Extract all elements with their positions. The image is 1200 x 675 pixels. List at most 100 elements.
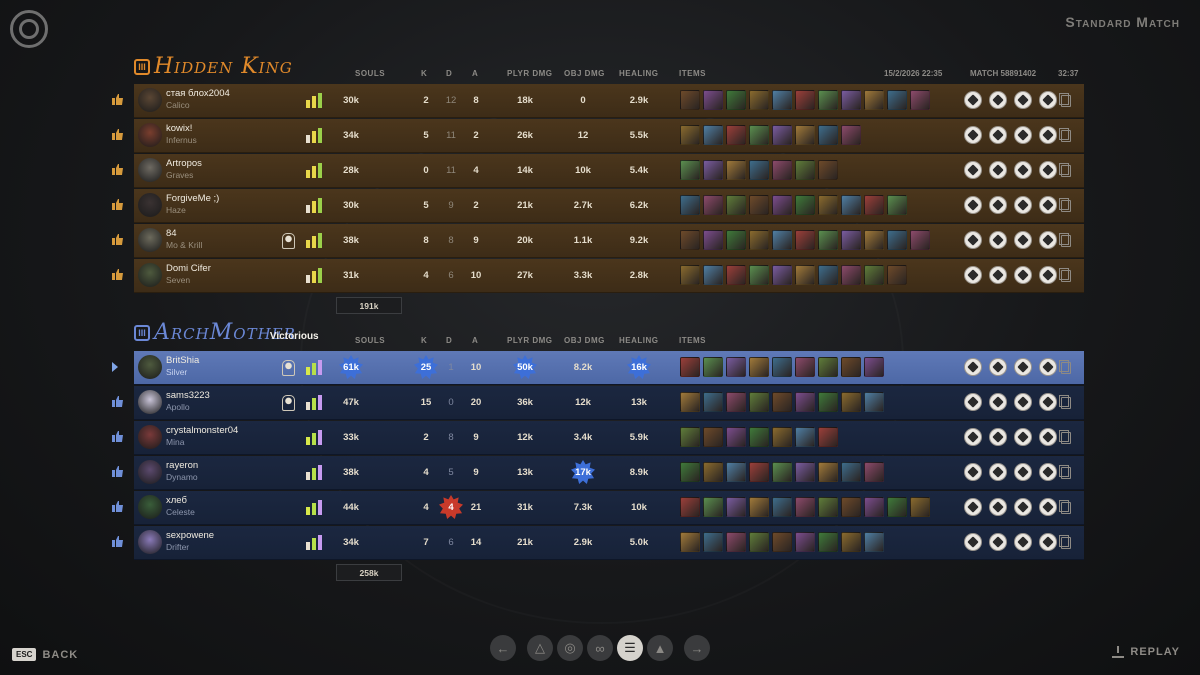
- item-slot-icon[interactable]: [680, 195, 700, 215]
- item-slot-icon[interactable]: [680, 265, 700, 285]
- item-slot-icon[interactable]: [795, 392, 815, 412]
- ability-icon[interactable]: [964, 498, 982, 516]
- ability-icon[interactable]: [964, 91, 982, 109]
- item-slot-icon[interactable]: [772, 392, 792, 412]
- ability-icon[interactable]: [989, 266, 1007, 284]
- ability-icon[interactable]: [1014, 266, 1032, 284]
- item-slot-icon[interactable]: [772, 427, 792, 447]
- ability-icon[interactable]: [1014, 231, 1032, 249]
- item-slot-icon[interactable]: [726, 160, 746, 180]
- item-slot-icon[interactable]: [818, 497, 838, 517]
- ability-icon[interactable]: [1014, 196, 1032, 214]
- item-slot-icon[interactable]: [772, 90, 792, 110]
- item-slot-icon[interactable]: [726, 462, 746, 482]
- list-icon[interactable]: ☰: [617, 635, 643, 661]
- item-slot-icon[interactable]: [703, 265, 723, 285]
- ability-icon[interactable]: [964, 266, 982, 284]
- item-slot-icon[interactable]: [841, 125, 861, 145]
- item-slot-icon[interactable]: [703, 230, 723, 250]
- player-row[interactable]: BritShia Silver 61k 25 1 10 50k 8.2k 16k: [112, 351, 1084, 385]
- item-slot-icon[interactable]: [680, 230, 700, 250]
- item-slot-icon[interactable]: [841, 357, 861, 377]
- ability-icon[interactable]: [964, 463, 982, 481]
- game-logo-icon[interactable]: [10, 10, 48, 48]
- player-name[interactable]: 84: [166, 228, 177, 239]
- item-slot-icon[interactable]: [864, 90, 884, 110]
- player-name[interactable]: Artropos: [166, 158, 202, 169]
- item-slot-icon[interactable]: [680, 160, 700, 180]
- item-slot-icon[interactable]: [680, 532, 700, 552]
- item-slot-icon[interactable]: [772, 497, 792, 517]
- item-slot-icon[interactable]: [749, 265, 769, 285]
- player-row[interactable]: rayeron Dynamo 38k 4 5 9 13k 17k 8.9k: [112, 456, 1084, 490]
- item-slot-icon[interactable]: [680, 125, 700, 145]
- player-name[interactable]: crystalmonster04: [166, 425, 238, 436]
- player-row[interactable]: Domi Cifer Seven 31k 4 6 10 27k 3.3k 2.8k: [112, 259, 1084, 293]
- ability-icon[interactable]: [1039, 428, 1057, 446]
- ability-icon[interactable]: [1039, 463, 1057, 481]
- ability-icon[interactable]: [964, 161, 982, 179]
- item-slot-icon[interactable]: [749, 230, 769, 250]
- item-slot-icon[interactable]: [680, 90, 700, 110]
- item-slot-icon[interactable]: [864, 357, 884, 377]
- item-slot-icon[interactable]: [726, 497, 746, 517]
- ability-icon[interactable]: [1039, 91, 1057, 109]
- item-slot-icon[interactable]: [749, 427, 769, 447]
- ability-icon[interactable]: [1039, 231, 1057, 249]
- item-slot-icon[interactable]: [726, 125, 746, 145]
- ability-icon[interactable]: [1014, 161, 1032, 179]
- player-name[interactable]: ForgiveMe ;): [166, 193, 219, 204]
- thumbs-up-icon[interactable]: [112, 431, 123, 442]
- item-slot-icon[interactable]: [726, 427, 746, 447]
- player-row[interactable]: Artropos Graves 28k 0 11 4 14k 10k 5.4k: [112, 154, 1084, 188]
- player-row[interactable]: 84 Mo & Krill 38k 8 8 9 20k 1.1k 9.2k: [112, 224, 1084, 258]
- ability-icon[interactable]: [989, 393, 1007, 411]
- copy-icon[interactable]: [1059, 163, 1071, 177]
- chart-icon[interactable]: ▲: [647, 635, 673, 661]
- player-name[interactable]: sams3223: [166, 390, 210, 401]
- item-slot-icon[interactable]: [703, 497, 723, 517]
- player-name[interactable]: стая блох2004: [166, 88, 230, 99]
- item-slot-icon[interactable]: [726, 357, 746, 377]
- copy-icon[interactable]: [1059, 360, 1071, 374]
- item-slot-icon[interactable]: [864, 230, 884, 250]
- item-slot-icon[interactable]: [772, 195, 792, 215]
- arrow-right-icon[interactable]: →: [684, 635, 710, 661]
- ability-icon[interactable]: [1014, 358, 1032, 376]
- item-slot-icon[interactable]: [795, 532, 815, 552]
- player-row[interactable]: стая блох2004 Calico 30k 2 12 8 18k 0 2.9k: [112, 84, 1084, 118]
- item-slot-icon[interactable]: [910, 230, 930, 250]
- copy-icon[interactable]: [1059, 465, 1071, 479]
- item-slot-icon[interactable]: [703, 532, 723, 552]
- item-slot-icon[interactable]: [818, 532, 838, 552]
- item-slot-icon[interactable]: [772, 160, 792, 180]
- item-slot-icon[interactable]: [887, 230, 907, 250]
- player-name[interactable]: BritShia: [166, 355, 199, 366]
- item-slot-icon[interactable]: [841, 462, 861, 482]
- ability-icon[interactable]: [964, 196, 982, 214]
- item-slot-icon[interactable]: [795, 195, 815, 215]
- item-slot-icon[interactable]: [841, 230, 861, 250]
- item-slot-icon[interactable]: [726, 90, 746, 110]
- thumbs-up-icon[interactable]: [112, 94, 123, 105]
- item-slot-icon[interactable]: [772, 532, 792, 552]
- item-slot-icon[interactable]: [818, 230, 838, 250]
- item-slot-icon[interactable]: [818, 357, 838, 377]
- item-slot-icon[interactable]: [910, 497, 930, 517]
- ability-icon[interactable]: [1039, 498, 1057, 516]
- item-slot-icon[interactable]: [795, 230, 815, 250]
- thumbs-up-icon[interactable]: [112, 199, 123, 210]
- item-slot-icon[interactable]: [841, 532, 861, 552]
- ability-icon[interactable]: [1014, 91, 1032, 109]
- item-slot-icon[interactable]: [864, 497, 884, 517]
- item-slot-icon[interactable]: [818, 392, 838, 412]
- item-slot-icon[interactable]: [680, 497, 700, 517]
- item-slot-icon[interactable]: [703, 125, 723, 145]
- ability-icon[interactable]: [1014, 393, 1032, 411]
- thumbs-up-icon[interactable]: [112, 536, 123, 547]
- ability-icon[interactable]: [1014, 533, 1032, 551]
- player-row[interactable]: sams3223 Apollo 47k 15 0 20 36k 12k 13k: [112, 386, 1084, 420]
- player-name[interactable]: хлеб: [166, 495, 187, 506]
- item-slot-icon[interactable]: [772, 125, 792, 145]
- player-name[interactable]: kowix!: [166, 123, 192, 134]
